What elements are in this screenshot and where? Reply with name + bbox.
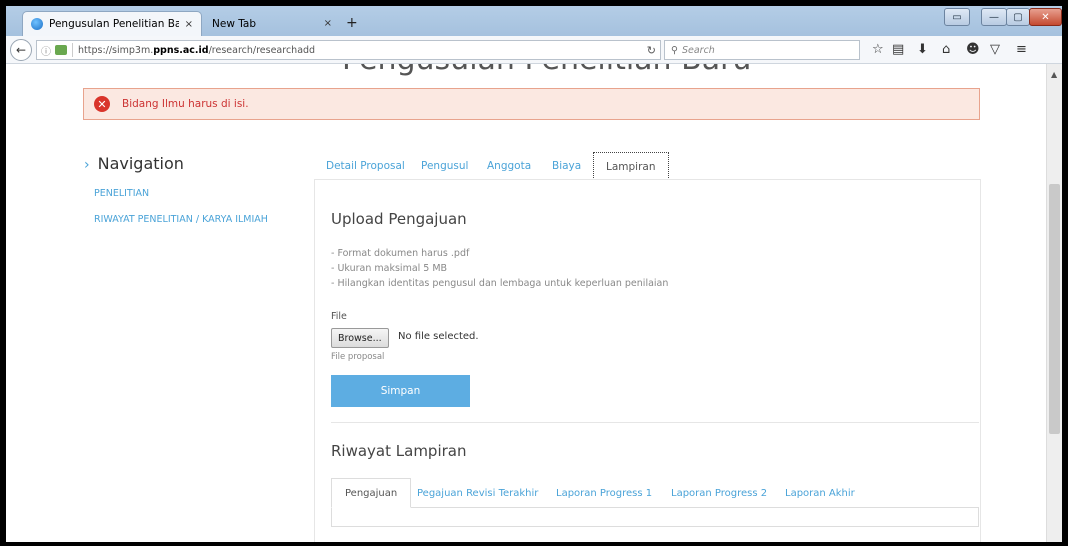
info-icon[interactable]: ⓘ [41,43,51,58]
file-field-label: File [331,311,347,322]
riwayat-tab-content [331,507,979,527]
tab-detail-proposal[interactable]: Detail Proposal [326,152,405,180]
site-favicon-icon [31,18,43,30]
lampiran-panel: Upload Pengajuan - Format dokumen harus … [314,179,981,542]
tab-biaya[interactable]: Biaya [552,152,581,180]
section-divider [331,422,979,423]
file-status-text: No file selected. [398,331,479,342]
file-hint: File proposal [331,352,385,362]
reading-list-icon[interactable]: ▤ [892,42,904,57]
search-input[interactable]: ⚲ Search [664,40,860,60]
menu-icon[interactable]: ≡ [1016,42,1027,57]
vertical-scrollbar[interactable]: ▲ [1046,64,1062,542]
scrollbar-thumb[interactable] [1049,184,1060,434]
requirement-item: - Format dokumen harus .pdf [331,248,470,259]
simpan-button[interactable]: Simpan [331,375,470,407]
bookmark-star-icon[interactable]: ☆ [872,42,884,57]
error-icon: ✕ [94,96,110,112]
browser-tab-active[interactable]: Pengusulan Penelitian Bar... × [22,11,202,36]
navigation-toolbar: ← ⓘ https://simp3m. ppns.ac.id/research/r… [6,36,1062,64]
nav-item-penelitian[interactable]: PENELITIAN [94,188,149,199]
browse-button[interactable]: Browse... [331,328,389,348]
keyboard-icon[interactable]: ▭ [944,8,970,26]
browser-tab-title: Pengusulan Penelitian Bar... [49,18,179,30]
riwayat-section-title: Riwayat Lampiran [331,442,467,460]
navigation-heading: › Navigation [84,154,184,173]
search-icon: ⚲ [671,44,678,56]
tab-laporan-progress-1[interactable]: Laporan Progress 1 [556,478,652,508]
tab-laporan-akhir[interactable]: Laporan Akhir [785,478,855,508]
navigation-heading-text: Navigation [97,154,184,173]
url-path: /research/researchadd [208,44,316,56]
new-tab-plus-icon[interactable]: + [346,15,358,31]
requirement-item: - Hilangkan identitas pengusul dan lemba… [331,278,669,289]
back-arrow-icon[interactable]: ← [10,39,32,61]
riwayat-tabs: Pengajuan Pegajuan Revisi Terakhir Lapor… [331,478,979,528]
reload-icon[interactable]: ↻ [647,44,656,57]
url-host-domain: ppns.ac.id [153,44,209,56]
download-icon[interactable]: ⬇ [917,42,928,57]
minimize-icon[interactable]: — [981,8,1007,26]
url-host-prefix: https://simp3m. [78,44,154,56]
chat-icon[interactable]: ☻ [966,42,980,57]
tab-anggota[interactable]: Anggota [487,152,531,180]
search-placeholder: Search [681,44,715,56]
url-bar[interactable]: ⓘ https://simp3m. ppns.ac.id/research/res… [36,40,661,60]
close-tab-icon[interactable]: × [185,19,193,30]
close-tab-icon[interactable]: × [324,18,332,29]
tab-pegajuan-revisi-terakhir[interactable]: Pegajuan Revisi Terakhir [417,478,538,508]
browser-tab-title: New Tab [212,17,257,30]
error-alert: ✕ Bidang Ilmu harus di isi. [83,88,980,120]
browser-tab-new[interactable]: New Tab × [202,11,342,36]
pocket-icon[interactable]: ▽ [990,42,1000,57]
page-title: Pengusulan Penelitian Baru [342,64,751,77]
upload-section-title: Upload Pengajuan [331,210,467,228]
chevron-right-icon: › [84,157,90,173]
tab-laporan-progress-2[interactable]: Laporan Progress 2 [671,478,767,508]
scroll-up-icon[interactable]: ▲ [1051,70,1057,79]
lock-icon[interactable] [55,45,67,55]
requirement-item: - Ukuran maksimal 5 MB [331,263,448,274]
maximize-icon[interactable]: ▢ [1006,8,1030,26]
browser-window: Pengusulan Penelitian Bar... × New Tab ×… [6,6,1062,542]
url-separator [72,43,73,57]
close-window-icon[interactable]: ✕ [1029,8,1062,26]
title-bar: Pengusulan Penelitian Bar... × New Tab ×… [6,6,1062,36]
home-icon[interactable]: ⌂ [942,42,950,57]
nav-item-riwayat-penelitian[interactable]: RIWAYAT PENELITIAN / KARYA ILMIAH [94,214,268,225]
alert-message: Bidang Ilmu harus di isi. [122,98,249,110]
tab-lampiran[interactable]: Lampiran [593,152,669,180]
tab-pengusul[interactable]: Pengusul [421,152,468,180]
tab-pengajuan[interactable]: Pengajuan [331,478,412,508]
page-content: Pengusulan Penelitian Baru ✕ Bidang Ilmu… [6,64,1046,542]
